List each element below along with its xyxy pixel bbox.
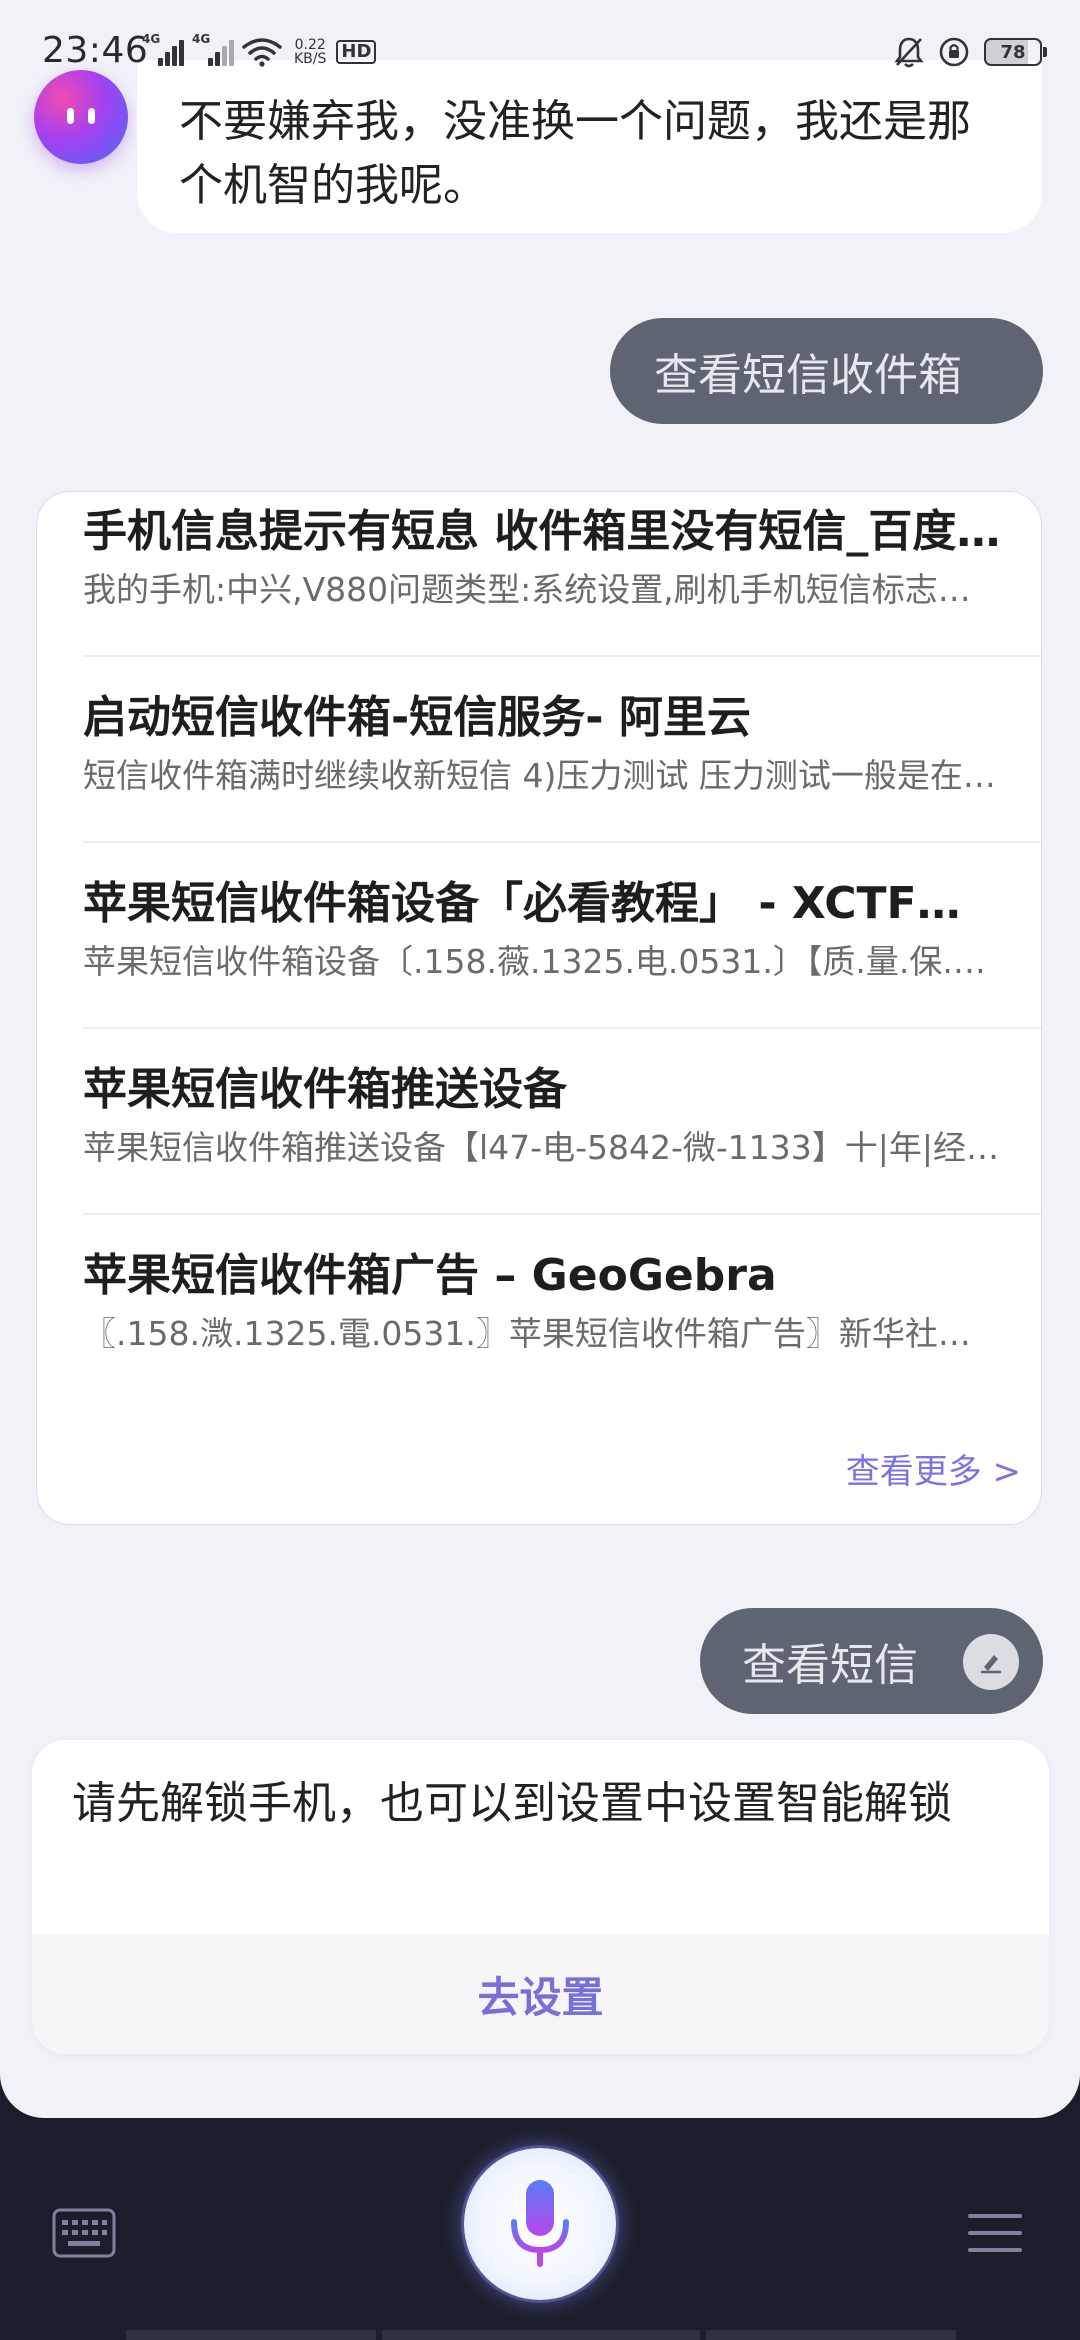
status-bar: 23:46 4G 4G 0.22 KB/S HD 78 — [0, 0, 1080, 108]
user-query-text: 查看短信收件箱 — [654, 350, 962, 401]
unlock-message: 请先解锁手机，也可以到设置中设置智能解锁 — [72, 1778, 952, 1829]
chat-surface: 23:46 4G 4G 0.22 KB/S HD 78 不要嫌弃我，没准换一个问… — [0, 0, 1080, 2118]
battery-icon: 78 — [984, 38, 1047, 66]
see-more-link[interactable]: 查看更多 > — [846, 1444, 1021, 1493]
mute-notification-icon — [894, 37, 924, 68]
search-result-item[interactable]: 启动短信收件箱-短信服务- 阿里云 短信收件箱满时继续收新短信 4)压力测试 压… — [83, 690, 1043, 798]
user-query-bubble[interactable]: 查看短信 — [700, 1608, 1043, 1714]
user-query-bubble[interactable]: 查看短信收件箱 — [610, 318, 1043, 424]
sim1-signal-icon: 4G — [142, 32, 184, 68]
voice-input-button[interactable] — [464, 2148, 616, 2300]
menu-icon[interactable] — [968, 2212, 1022, 2254]
search-results-card: 手机信息提示有短息 收件箱里没有短信_百度知道 我的手机:中兴,V880问题类型… — [36, 491, 1042, 1525]
result-title: 手机信息提示有短息 收件箱里没有短信_百度知道 — [83, 506, 1003, 557]
status-right-icons: 78 — [894, 36, 1047, 68]
hd-voice-icon: HD — [336, 40, 377, 64]
divider — [83, 655, 1041, 657]
divider — [83, 1027, 1041, 1029]
search-result-item[interactable]: 苹果短信收件箱广告 – GeoGebra 〖.158.溦.1325.電.0531… — [83, 1248, 1043, 1356]
status-time: 23:46 — [42, 30, 149, 71]
dock-edge — [382, 2330, 700, 2340]
divider — [83, 841, 1041, 843]
result-title: 苹果短信收件箱设备「必看教程」 - XCTF社区 — [83, 878, 1003, 929]
dock-edge — [706, 2330, 956, 2340]
search-result-item[interactable]: 手机信息提示有短息 收件箱里没有短信_百度知道 我的手机:中兴,V880问题类型… — [83, 504, 1043, 612]
result-title: 启动短信收件箱-短信服务- 阿里云 — [83, 692, 751, 743]
go-to-settings-button[interactable]: 去设置 — [32, 1934, 1049, 2054]
keyboard-icon[interactable] — [52, 2208, 116, 2258]
microphone-icon — [511, 2180, 569, 2267]
sim2-signal-icon: 4G — [192, 32, 234, 68]
search-result-item[interactable]: 苹果短信收件箱设备「必看教程」 - XCTF社区 苹果短信收件箱设备〔.158.… — [83, 876, 1043, 984]
user-query-text: 查看短信 — [742, 1640, 918, 1691]
result-snippet: 苹果短信收件箱设备〔.158.薇.1325.电.0531.〕【质.量.保.证】 — [83, 942, 1003, 981]
edit-icon — [980, 1655, 1002, 1674]
unlock-prompt-card: 请先解锁手机，也可以到设置中设置智能解锁 去设置 — [32, 1740, 1049, 2054]
status-left-icons: 4G 4G 0.22 KB/S HD — [142, 32, 377, 68]
result-snippet: 〖.158.溦.1325.電.0531.〗苹果短信收件箱广告〗新华社北京电 — [83, 1314, 1003, 1353]
edit-query-button[interactable] — [963, 1634, 1019, 1690]
network-speed: 0.22 KB/S — [294, 37, 327, 67]
wifi-icon — [242, 38, 282, 67]
result-snippet: 短信收件箱满时继续收新短信 4)压力测试 压力测试一般是在软件开发 — [83, 756, 1003, 795]
result-title: 苹果短信收件箱广告 – GeoGebra — [83, 1250, 777, 1301]
result-title: 苹果短信收件箱推送设备 — [83, 1064, 567, 1115]
rotation-lock-icon — [939, 37, 969, 67]
dock-edge — [126, 2330, 376, 2340]
divider — [83, 1213, 1041, 1215]
result-snippet: 苹果短信收件箱推送设备【l47-电-5842-微-1133】十|年|经|验 — [83, 1128, 1003, 1167]
result-snippet: 我的手机:中兴,V880问题类型:系统设置,刷机手机短信标志一直显示 — [83, 570, 1003, 609]
search-result-item[interactable]: 苹果短信收件箱推送设备 苹果短信收件箱推送设备【l47-电-5842-微-113… — [83, 1062, 1043, 1170]
